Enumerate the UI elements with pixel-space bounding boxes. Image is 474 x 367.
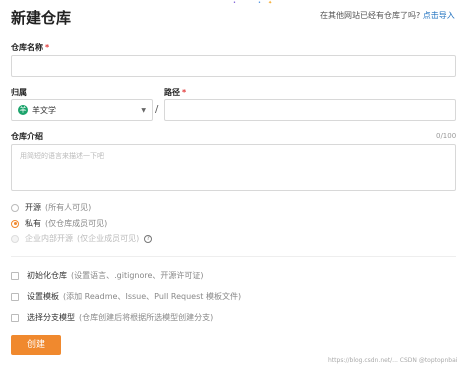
import-tip-text: 在其他网站已经有仓库了吗? [320,11,421,20]
option-hint: (添加 Readme、Issue、Pull Request 模板文件) [63,292,242,301]
checkbox[interactable] [11,313,19,322]
checkbox[interactable] [11,292,19,301]
owner-select[interactable]: 羊 羊文学 ▼ [11,99,153,121]
import-tip: 在其他网站已经有仓库了吗? 点击导入 [320,10,455,21]
option-hint: (所有人可见) [45,203,92,212]
visibility-option-enterprise: 企业内部开源 (仅企业成员可见) ? [11,233,153,244]
option-hint: (设置语言、.gitignore、开源许可证) [71,271,204,280]
avatar: 羊 [18,105,28,115]
option-set-template[interactable]: 设置模板 (添加 Readme、Issue、Pull Request 模板文件) [11,291,241,302]
path-input[interactable] [164,99,456,121]
divider [11,256,456,257]
radio-button-disabled [11,234,19,243]
path-label: 路径 * [164,87,186,98]
option-label: 企业内部开源 [25,234,73,243]
visibility-option-public[interactable]: 开源 (所有人可见) [11,202,91,213]
description-textarea[interactable]: 用简短的语言来描述一下吧 [11,144,456,191]
option-label: 选择分支模型 [27,313,75,322]
page-title: 新建仓库 [11,9,72,27]
owner-name: 羊文学 [32,105,56,115]
required-mark: * [45,43,50,52]
repo-name-label: 仓库名称 * [11,42,49,53]
chevron-down-icon: ▼ [141,106,146,114]
option-hint: (仅仓库成员可见) [45,219,108,228]
description-label: 仓库介绍 [11,132,43,141]
help-icon[interactable]: ? [144,234,153,243]
watermark: https://blog.csdn.net/... CSDN @toptopnb… [328,357,458,364]
option-label: 开源 [25,203,41,212]
checkbox[interactable] [11,271,19,280]
repo-name-label-text: 仓库名称 [11,43,43,52]
path-label-text: 路径 [164,88,180,97]
visibility-option-private[interactable]: 私有 (仅仓库成员可见) [11,218,107,229]
radio-button[interactable] [11,203,19,212]
option-branch-model[interactable]: 选择分支模型 (仓库创建后将根据所选模型创建分支) [11,312,213,323]
radio-button-checked[interactable] [11,219,19,228]
decor-dot: • [258,0,261,6]
path-separator: / [155,104,159,115]
decor-dot: • [233,0,236,6]
owner-label: 归属 [11,88,27,97]
option-label: 设置模板 [27,292,59,301]
required-mark: * [182,88,187,97]
decor-star: ✦ [268,0,273,6]
option-hint: (仓库创建后将根据所选模型创建分支) [79,313,214,322]
option-label: 私有 [25,219,41,228]
description-placeholder: 用简短的语言来描述一下吧 [20,152,104,160]
import-link[interactable]: 点击导入 [423,11,455,20]
option-init-repo[interactable]: 初始化仓库 (设置语言、.gitignore、开源许可证) [11,270,204,281]
repo-name-input[interactable] [11,55,456,77]
option-hint: (仅企业成员可见) [77,234,140,243]
description-counter: 0/100 [436,132,457,140]
create-button[interactable]: 创建 [11,335,61,355]
option-label: 初始化仓库 [27,271,67,280]
